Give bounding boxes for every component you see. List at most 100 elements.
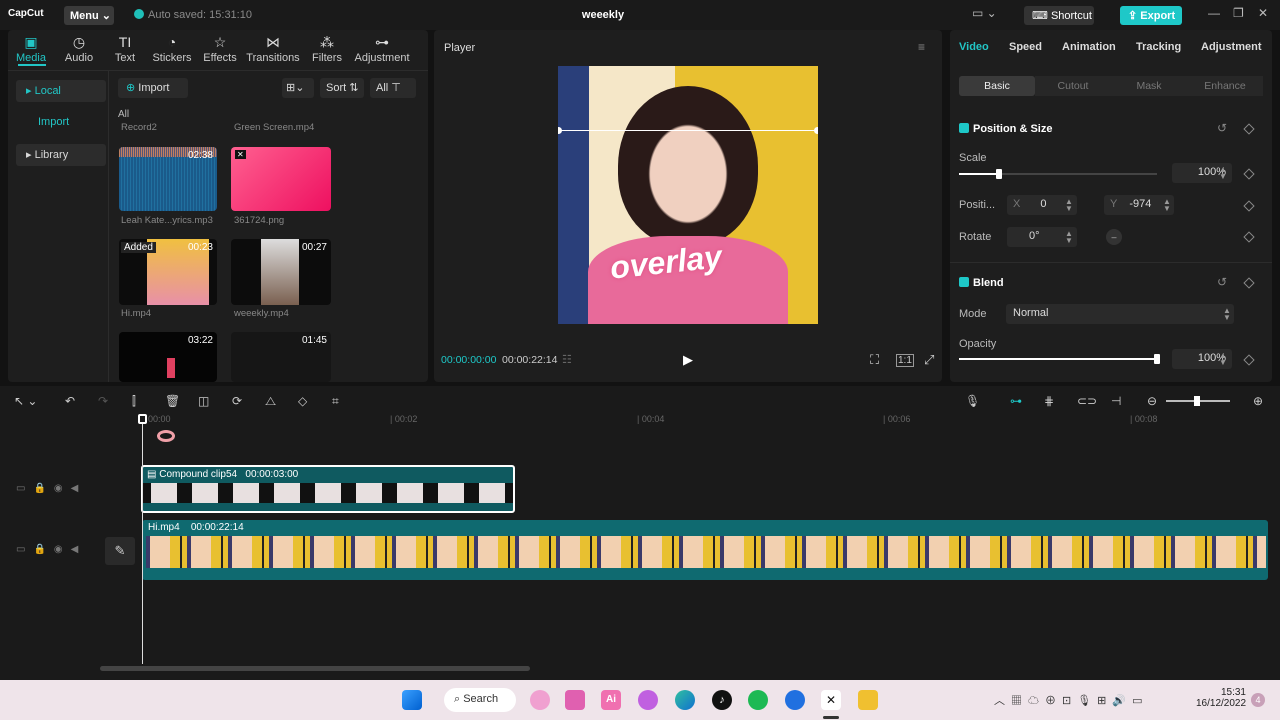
tab-stickers[interactable]: ◔ Stickers [152, 34, 192, 64]
rotate-icon[interactable]: ◇ [298, 394, 307, 408]
export-button[interactable]: ⇪ Export [1120, 6, 1182, 25]
filter-button[interactable]: All ⊤ [370, 78, 416, 98]
scale-slider[interactable] [959, 169, 1157, 179]
shortcut-button[interactable]: ⌨ Shortcut [1024, 6, 1094, 25]
capcut-icon[interactable]: ✕ [821, 690, 841, 710]
split-icon[interactable]: ⫿ [132, 394, 136, 409]
media-item[interactable]: 01:45 [231, 332, 331, 382]
position-size-section[interactable]: Position & Size [959, 123, 1052, 135]
app-icon[interactable] [565, 690, 585, 710]
import-button[interactable]: ⊕ Import [118, 78, 188, 98]
rotate-dial[interactable]: – [1106, 229, 1122, 245]
subtab-cutout[interactable]: Cutout [1035, 76, 1111, 96]
keyframe-icon[interactable] [1243, 354, 1255, 366]
file-explorer-icon[interactable] [858, 690, 878, 710]
playhead[interactable] [142, 414, 143, 664]
subtab-mask[interactable]: Mask [1111, 76, 1187, 96]
zoom-out-icon[interactable]: ⊖ [1147, 394, 1157, 408]
stepper-icon[interactable]: ▲ ▼ [1219, 166, 1227, 181]
resize-handle[interactable] [814, 127, 818, 134]
zoom-slider[interactable] [1166, 396, 1230, 406]
main-clip[interactable]: Hi.mp4 00:00:22:14 [142, 520, 1268, 580]
linkage-icon[interactable]: ⊂⊃ [1077, 394, 1097, 408]
resize-handle[interactable] [558, 127, 562, 134]
stepper-icon[interactable]: ▲ ▼ [1163, 198, 1171, 213]
mirror-icon[interactable]: ⧍ [265, 394, 276, 409]
blend-section[interactable]: Blend [959, 277, 1004, 289]
sidebar-item-import[interactable]: Import [16, 112, 106, 134]
slider-handle[interactable] [1154, 354, 1160, 364]
media-item[interactable]: 03:22 [119, 332, 217, 382]
media-item[interactable]: 00:27 [231, 239, 331, 305]
sticker-marker[interactable] [157, 430, 175, 442]
tab-effects[interactable]: ☆ Effects [202, 34, 238, 64]
sidebar-item-library[interactable]: ▸ Library [16, 144, 106, 166]
keyframe-icon[interactable] [1243, 277, 1255, 289]
hamburger-icon[interactable]: ≡ [918, 40, 925, 54]
main-track-magnet-icon[interactable]: ⊶ [1010, 394, 1022, 408]
reset-icon[interactable]: ↺ [1217, 275, 1227, 289]
redo-icon[interactable]: ↷ [98, 394, 108, 408]
tab-transitions[interactable]: ⋈ Transitions [246, 34, 300, 64]
opacity-slider[interactable] [959, 354, 1160, 364]
delete-icon[interactable]: 🗑 [165, 394, 180, 408]
list-icon[interactable]: ☷ [562, 353, 572, 366]
spotify-icon[interactable] [748, 690, 768, 710]
zoom-in-icon[interactable]: ⊕ [1253, 394, 1263, 408]
tab-video[interactable]: Video [959, 41, 989, 53]
stepper-icon[interactable]: ▲ ▼ [1219, 352, 1227, 367]
tab-adjustment[interactable]: ⊶ Adjustment [354, 34, 410, 64]
play-icon[interactable]: ▶ [683, 352, 693, 368]
tab-animation[interactable]: Animation [1062, 41, 1116, 53]
subtab-enhance[interactable]: Enhance [1187, 76, 1263, 96]
slider-handle[interactable] [995, 169, 1002, 179]
stepper-icon[interactable]: ▲ ▼ [1065, 230, 1073, 245]
reset-icon[interactable]: ↺ [1217, 121, 1227, 135]
stepper-icon[interactable]: ▲ ▼ [1065, 198, 1073, 213]
tab-media[interactable]: ▣ Media [14, 34, 48, 64]
layout-icon[interactable]: ▭ ⌄ [972, 6, 997, 20]
keyframe-icon[interactable] [1243, 168, 1255, 180]
checkbox-icon[interactable] [959, 123, 969, 133]
taskbar-search[interactable]: ⌕ Search [444, 688, 516, 712]
sort-button[interactable]: Sort ⇅ [320, 78, 364, 98]
tab-tracking[interactable]: Tracking [1136, 41, 1181, 53]
subtab-basic[interactable]: Basic [959, 76, 1035, 96]
slider-handle[interactable] [1194, 396, 1200, 406]
select-tool-icon[interactable]: ↖ ⌄ [14, 394, 37, 408]
undo-icon[interactable]: ↶ [65, 394, 75, 408]
compound-clip[interactable]: ▤ Compound clip54 00:00:03:00 [141, 465, 515, 513]
track-controls[interactable]: ▭🔒◉◀ [16, 544, 86, 555]
tab-filters[interactable]: ⁂ Filters [310, 34, 344, 64]
crop-icon[interactable]: ⌗ [332, 394, 339, 409]
view-toggle[interactable]: ⊞⌄ [282, 78, 314, 98]
playhead-handle[interactable] [138, 414, 147, 424]
reverse-icon[interactable]: ⟳ [232, 394, 242, 408]
close-icon[interactable]: ✕ [1258, 6, 1268, 20]
discord-icon[interactable] [638, 690, 658, 710]
app-icon[interactable] [530, 690, 550, 710]
edge-icon[interactable] [675, 690, 695, 710]
microphone-icon[interactable]: 🎙 [965, 394, 980, 408]
media-item[interactable]: ✕ [231, 147, 331, 211]
tab-speed[interactable]: Speed [1009, 41, 1042, 53]
windows-start-icon[interactable] [402, 690, 422, 710]
clock[interactable]: 15:31 16/12/2022 [1196, 687, 1246, 709]
preview-canvas[interactable]: overlay [558, 66, 818, 324]
ratio-icon[interactable]: 1:1 [896, 354, 914, 367]
fit-icon[interactable]: ⛶ [870, 352, 879, 368]
cover-edit-button[interactable]: ✎ [105, 537, 135, 565]
horizontal-scrollbar[interactable] [100, 666, 530, 671]
tiktok-icon[interactable]: ♪ [712, 690, 732, 710]
fullscreen-icon[interactable]: ⤢ [924, 352, 934, 368]
stepper-icon[interactable]: ▲ ▼ [1223, 307, 1231, 322]
preview-axis-icon[interactable]: ⊣ [1111, 394, 1121, 408]
maximize-icon[interactable]: ❐ [1233, 6, 1244, 20]
tab-text[interactable]: TI Text [110, 34, 140, 64]
app-icon[interactable] [785, 690, 805, 710]
media-item[interactable]: Added 00:23 [119, 239, 217, 305]
system-tray-icons[interactable]: ︿▦☁⊕⊡🎙⊞🔊▭ [994, 692, 1149, 708]
keyframe-icon[interactable] [1243, 200, 1255, 212]
auto-snap-icon[interactable]: ⋕ [1044, 394, 1054, 408]
checkbox-icon[interactable] [959, 277, 969, 287]
